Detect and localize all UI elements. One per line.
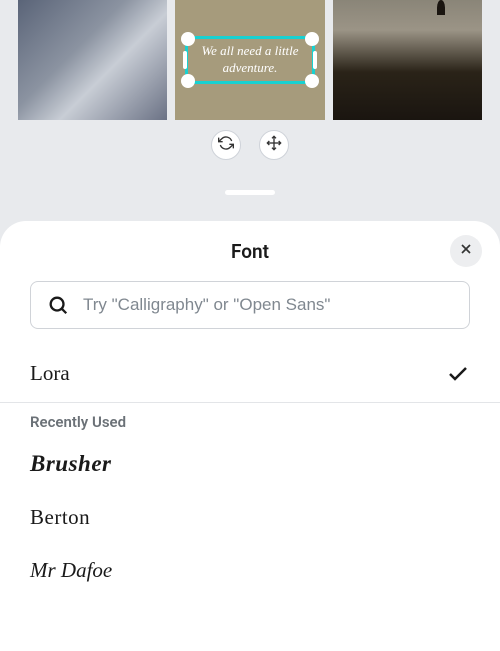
resize-handle-left[interactable] (183, 51, 187, 69)
resize-handle-top-right[interactable] (305, 32, 319, 46)
font-row-mrdafoe[interactable]: Mr Dafoe (0, 544, 500, 597)
slide-center[interactable]: We all need a little adventure. (175, 0, 324, 120)
recently-used-header: Recently Used (0, 403, 500, 437)
font-sheet: Font Lora (0, 221, 500, 651)
font-list: Lora Recently Used Brusher Berton Mr Daf… (0, 347, 500, 651)
silhouette-figure (437, 0, 445, 15)
resize-handle-bottom-left[interactable] (181, 74, 195, 88)
slide-right[interactable] (333, 0, 482, 120)
resize-handle-top-left[interactable] (181, 32, 195, 46)
slide-left[interactable] (18, 0, 167, 120)
search-box[interactable] (30, 281, 470, 329)
font-name-brusher: Brusher (30, 451, 111, 477)
resize-handle-bottom-right[interactable] (305, 74, 319, 88)
rotate-button[interactable] (211, 130, 241, 160)
selected-text-content[interactable]: We all need a little adventure. (198, 43, 302, 77)
font-name-berton: Berton (30, 505, 90, 530)
font-name-mrdafoe: Mr Dafoe (30, 558, 112, 583)
search-icon (47, 294, 69, 316)
sheet-title: Font (231, 240, 269, 263)
rotate-icon (218, 135, 234, 155)
canvas-toolbar (0, 130, 500, 190)
move-icon (266, 135, 282, 155)
resize-handle-right[interactable] (313, 51, 317, 69)
search-input[interactable] (83, 295, 453, 315)
sheet-header: Font (0, 221, 500, 281)
close-icon (458, 241, 474, 261)
text-selection-box[interactable]: We all need a little adventure. (185, 36, 315, 84)
canvas-area: We all need a little adventure. (0, 0, 500, 130)
close-button[interactable] (450, 235, 482, 267)
font-row-brusher[interactable]: Brusher (0, 437, 500, 491)
font-row-lora[interactable]: Lora (0, 347, 500, 403)
font-row-berton[interactable]: Berton (0, 491, 500, 544)
move-button[interactable] (259, 130, 289, 160)
search-wrap (0, 281, 500, 347)
font-name-lora: Lora (30, 361, 70, 386)
sheet-grabber[interactable] (225, 190, 275, 195)
check-icon (446, 362, 470, 386)
sheet-grabber-wrap (0, 190, 500, 203)
